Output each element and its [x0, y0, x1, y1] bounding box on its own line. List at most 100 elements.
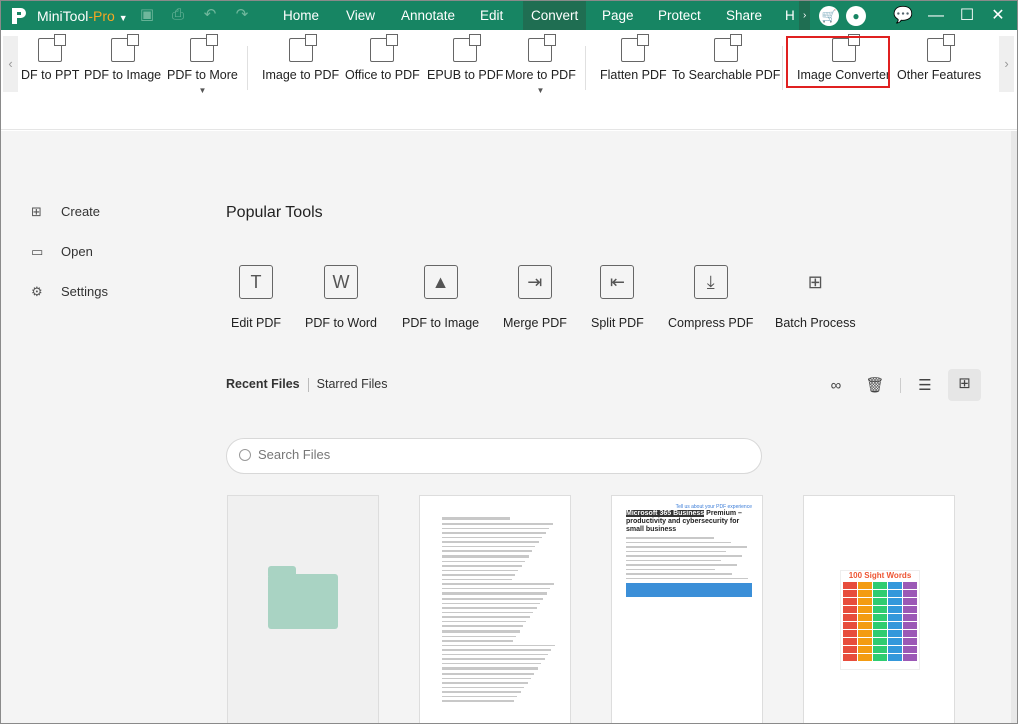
text-line	[442, 602, 541, 604]
search-files-field[interactable]	[226, 438, 762, 474]
text-line	[442, 616, 530, 618]
divider	[247, 46, 248, 90]
tab-starred-files[interactable]: Starred Files	[317, 377, 388, 391]
popular-tools-title: Popular Tools	[226, 204, 323, 221]
divider	[307, 377, 309, 392]
word-cell	[903, 590, 917, 597]
minimize-button[interactable]: —	[921, 1, 951, 30]
user-avatar-icon[interactable]: ●	[846, 6, 866, 26]
text-line	[442, 667, 538, 670]
batch-grid-icon: ⊞	[807, 271, 823, 292]
tool-compress-pdf[interactable]: ⤓ Compress PDF	[668, 265, 753, 330]
menu-view[interactable]: View	[338, 1, 383, 30]
text-line	[626, 577, 749, 579]
tool-batch-process[interactable]: ⊞ Batch Process	[775, 265, 856, 331]
word-cell	[858, 582, 872, 589]
menu-home[interactable]: Home	[275, 1, 327, 30]
app-menu-chevron-icon[interactable]: ▼	[119, 13, 128, 23]
menu-share[interactable]: Share	[718, 1, 770, 30]
search-input[interactable]	[258, 447, 738, 462]
trash-icon[interactable]: 🗑	[858, 371, 892, 401]
menu-edit[interactable]: Edit	[472, 1, 511, 30]
text-line	[442, 691, 521, 693]
text-line	[442, 682, 528, 684]
dropdown-caret-icon[interactable]: ▼	[505, 86, 576, 95]
document-preview: 100 Sight Words	[840, 570, 920, 670]
ribbon-more-to-pdf[interactable]: More to PDF ▼	[505, 34, 576, 95]
menu-annotate[interactable]: Annotate	[393, 1, 463, 30]
file-thumbnail-sight-words[interactable]: 100 Sight Words	[803, 495, 955, 723]
word-cell	[858, 606, 872, 613]
ribbon-image-to-pdf[interactable]: Image to PDF	[262, 34, 339, 82]
word-cell	[873, 630, 887, 637]
scrollbar[interactable]	[1011, 131, 1017, 723]
tab-recent-files[interactable]: Recent Files	[226, 377, 300, 391]
undo-icon[interactable]: ↶	[202, 7, 218, 23]
word-cell	[888, 638, 902, 645]
app-logo-icon	[12, 8, 26, 24]
text-line	[442, 565, 522, 567]
ribbon-other-features[interactable]: Other Features	[897, 34, 981, 82]
app-name-text: MiniTool	[37, 8, 89, 24]
tool-split-pdf[interactable]: ⇤ Split PDF	[591, 265, 644, 330]
file-thumbnail-microsoft[interactable]: Tell us about your PDF experience Micros…	[611, 495, 763, 723]
close-button[interactable]: ✕	[983, 1, 1013, 30]
label: More to PDF	[505, 68, 576, 82]
nav-settings[interactable]: ⚙ Settings	[31, 284, 108, 300]
word-cell	[858, 654, 872, 661]
nav-open[interactable]: ▭ Open	[31, 244, 93, 260]
document-preview	[442, 514, 556, 705]
save-icon[interactable]: ▣	[139, 7, 155, 23]
glasses-icon[interactable]: ∞	[819, 371, 853, 401]
ribbon-flatten-pdf[interactable]: Flatten PDF	[600, 34, 667, 82]
feedback-icon[interactable]: 💬	[888, 1, 918, 30]
word-cell	[873, 582, 887, 589]
text-line	[442, 673, 535, 675]
text-line	[442, 545, 536, 547]
word-cell	[903, 606, 917, 613]
cart-icon[interactable]: 🛒	[819, 6, 839, 26]
gear-icon: ⚙	[31, 284, 43, 299]
word-cell	[858, 590, 872, 597]
app-window: MiniTool-Pro ▼ ▣ ⎙ ↶ ↷ Home View Annotat…	[0, 0, 1018, 724]
dropdown-caret-icon[interactable]: ▼	[167, 86, 238, 95]
menu-convert[interactable]: Convert	[523, 1, 587, 30]
split-icon: ⇤	[600, 265, 635, 299]
text-line	[626, 546, 747, 548]
tool-pdf-to-image[interactable]: ▲ PDF to Image	[402, 265, 479, 330]
ribbon-scroll-left-icon[interactable]: ‹	[3, 36, 18, 92]
menu-page[interactable]: Page	[594, 1, 642, 30]
text-line	[442, 700, 514, 702]
menu-more-chevron-icon[interactable]: ›	[799, 1, 811, 30]
word-cell	[873, 646, 887, 653]
ribbon-epub-to-pdf[interactable]: EPUB to PDF	[427, 34, 503, 82]
text-line	[442, 554, 529, 558]
ribbon-pdf-to-more[interactable]: PDF to More ▼	[167, 34, 238, 95]
file-thumbnail-document[interactable]	[419, 495, 571, 723]
grid-view-icon[interactable]: ⊞	[948, 369, 981, 401]
text-line	[442, 611, 534, 613]
file-thumbnail-folder[interactable]	[227, 495, 379, 723]
tool-pdf-to-word[interactable]: W PDF to Word	[305, 265, 377, 330]
word-cell	[843, 646, 857, 653]
tool-edit-pdf[interactable]: T Edit PDF	[231, 265, 281, 330]
word-cell	[858, 646, 872, 653]
ribbon-pdf-to-image[interactable]: PDF to Image	[84, 34, 161, 82]
list-view-icon[interactable]: ☰	[908, 371, 942, 401]
label: PDF to Image	[402, 316, 480, 330]
preview-highlight: Microsoft 365 Business	[626, 510, 705, 517]
word-cell	[873, 654, 887, 661]
nav-create[interactable]: ⊞ Create	[31, 204, 100, 220]
word-cell	[858, 614, 872, 621]
menu-protect[interactable]: Protect	[650, 1, 709, 30]
ribbon-to-searchable-pdf[interactable]: To Searchable PDF	[672, 34, 780, 82]
ribbon-pdf-to-ppt[interactable]: DF to PPT	[21, 34, 79, 82]
print-icon[interactable]: ⎙	[170, 7, 186, 23]
redo-icon[interactable]: ↷	[234, 7, 250, 23]
word-cell	[903, 638, 917, 645]
ribbon-scroll-right-icon[interactable]: ›	[999, 36, 1014, 92]
maximize-button[interactable]: ☐	[952, 1, 982, 30]
ribbon-office-to-pdf[interactable]: Office to PDF	[345, 34, 420, 82]
word-cell	[873, 598, 887, 605]
tool-merge-pdf[interactable]: ⇥ Merge PDF	[503, 265, 567, 330]
